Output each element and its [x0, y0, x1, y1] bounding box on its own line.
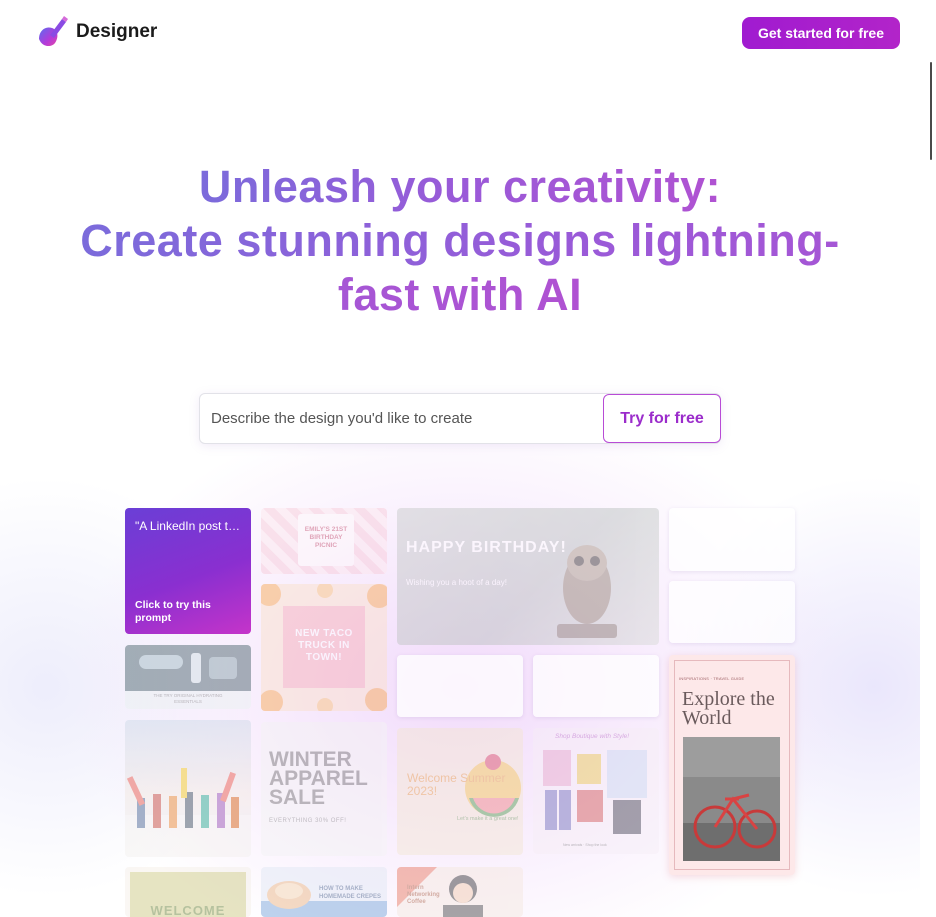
hero-heading: Unleash your creativity: Create stunning…: [60, 160, 860, 322]
design-prompt-input[interactable]: [201, 395, 601, 442]
template-boutique-clothes[interactable]: Shop Boutique with Style! New arrivals ·…: [533, 728, 659, 854]
hero-line-2: Create stunning designs lightning-fast w…: [80, 215, 840, 320]
prompt-suggestion-card[interactable]: "A LinkedIn post t… Click to try this pr…: [125, 508, 251, 634]
owl-subtitle: Wishing you a hoot of a day!: [406, 578, 507, 587]
owl-image: [557, 545, 617, 638]
top-header: Designer Get started for free: [0, 0, 936, 64]
get-started-button[interactable]: Get started for free: [742, 17, 900, 49]
template-ski-group[interactable]: [125, 720, 251, 857]
template-welcome-summer[interactable]: Welcome Summer 2023! Let's make it a gre…: [397, 728, 523, 855]
scrollbar-thumb[interactable]: [930, 62, 932, 160]
bicycle-photo: [683, 737, 780, 861]
template-placeholder[interactable]: [669, 508, 795, 571]
explore-title: Explore the World: [682, 688, 775, 729]
ski-group-image: [125, 768, 251, 857]
taco-title: NEW TACO TRUCK IN TOWN!: [295, 628, 353, 663]
crepes-title: HOW TO MAKE HOMEMADE CREPES: [319, 886, 382, 900]
try-for-free-button[interactable]: Try for free: [603, 394, 721, 443]
cosmetics-image: [125, 645, 251, 691]
prompt-box: Try for free: [199, 393, 721, 444]
welcome-title: WELCOME: [150, 903, 226, 917]
winter-subtitle: EVERYTHING 30% OFF!: [269, 818, 347, 824]
template-winter-sale[interactable]: WINTER APPAREL SALE EVERYTHING 30% OFF!: [261, 722, 387, 856]
boutique-subtitle: New arrivals · Shop the look: [563, 843, 607, 847]
winter-title: WINTER APPAREL SALE: [269, 748, 368, 809]
prompt-suggestion-cta: Click to try this prompt: [135, 599, 211, 624]
cosmetics-title: THE TRY ORIGINAL HYDRATING ESSENTIALS: [153, 693, 223, 704]
template-happy-birthday-owl[interactable]: HAPPY BIRTHDAY! Wishing you a hoot of a …: [397, 508, 659, 645]
clothes-image: [543, 750, 647, 834]
summer-title: Welcome Summer 2023!: [407, 771, 506, 798]
explore-tag: INSPIRATIONS · TRAVEL GUIDE: [679, 677, 745, 681]
template-explore-world[interactable]: INSPIRATIONS · TRAVEL GUIDE Explore the …: [669, 655, 795, 875]
owl-title: HAPPY BIRTHDAY!: [406, 539, 567, 556]
template-cosmetics[interactable]: THE TRY ORIGINAL HYDRATING ESSENTIALS: [125, 645, 251, 709]
picnic-title: EMILY'S 21ST BIRTHDAY PICNIC: [304, 526, 348, 549]
template-networking-coffee[interactable]: Intern Networking Coffee: [397, 867, 523, 917]
template-placeholder[interactable]: [533, 655, 659, 717]
prompt-suggestion-text: "A LinkedIn post t…: [135, 519, 240, 533]
template-placeholder[interactable]: [669, 581, 795, 643]
template-homemade-crepes[interactable]: HOW TO MAKE HOMEMADE CREPES: [261, 867, 387, 917]
hero-line-1: Unleash your creativity:: [198, 161, 722, 212]
summer-subtitle: Let's make it a great one!: [457, 816, 519, 822]
designer-logo-icon[interactable]: [36, 15, 68, 49]
coffee-title: Intern Networking Coffee: [407, 885, 440, 905]
brand-name[interactable]: Designer: [76, 21, 157, 43]
template-placeholder[interactable]: [397, 655, 523, 717]
template-welcome-sign[interactable]: WELCOME: [125, 867, 251, 917]
template-birthday-picnic[interactable]: EMILY'S 21ST BIRTHDAY PICNIC: [261, 508, 387, 574]
template-taco-truck[interactable]: NEW TACO TRUCK IN TOWN!: [261, 584, 387, 711]
